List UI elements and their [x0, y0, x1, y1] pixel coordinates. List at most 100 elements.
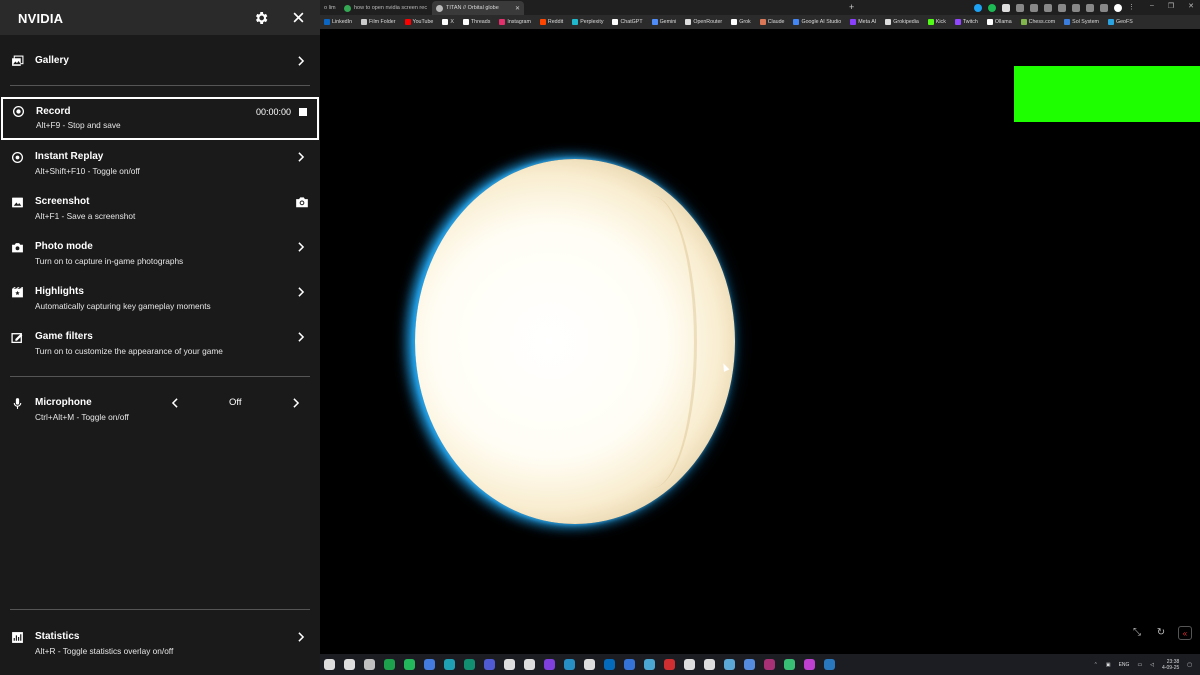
taskbar-app-icon[interactable]	[744, 659, 755, 670]
extensions-icon[interactable]	[1030, 3, 1038, 12]
game-filters-item[interactable]: Game filters Turn on to customize the ap…	[0, 323, 320, 367]
extension-icon[interactable]	[974, 3, 982, 12]
taskbar-app-icon[interactable]	[804, 659, 815, 670]
chevron-right-icon[interactable]	[292, 398, 300, 408]
tab-3[interactable]: TITAN // Orbital globe ✕	[432, 1, 524, 15]
taskbar-app-icon[interactable]	[324, 659, 335, 670]
language-indicator[interactable]: ENG	[1119, 662, 1130, 668]
screenshot-item[interactable]: Screenshot Alt+F1 - Save a screenshot	[0, 188, 320, 232]
taskbar-app-icon[interactable]	[504, 659, 515, 670]
volume-icon[interactable]: ◁	[1150, 662, 1154, 668]
maximize-icon[interactable]: ❐	[1168, 2, 1174, 10]
bookmark-item[interactable]: OpenRouter	[685, 19, 722, 25]
bookmark-item[interactable]: Meta AI	[850, 19, 876, 25]
taskbar-app-icon[interactable]	[584, 659, 595, 670]
taskbar-app-icon[interactable]	[684, 659, 695, 670]
tray-chevron-icon[interactable]: ⌃	[1094, 662, 1098, 668]
new-tab-button[interactable]: +	[849, 1, 854, 13]
bookmark-item[interactable]: Perplexity	[572, 19, 603, 25]
bookmark-item[interactable]: Threads	[462, 19, 490, 25]
sidebar-icon[interactable]	[1100, 3, 1108, 12]
page-viewport[interactable]: ⤡ ↻ «	[320, 29, 1200, 654]
taskbar-app-icon[interactable]	[824, 659, 835, 670]
bookmark-item[interactable]: LinkedIn	[324, 19, 352, 25]
minimize-icon[interactable]: –	[1150, 2, 1154, 10]
tab-close-icon[interactable]: ✕	[515, 5, 520, 12]
clock-date: 4-09-25	[1162, 664, 1180, 671]
bookmark-label: Claude	[767, 19, 785, 25]
collapse-panel-icon[interactable]: «	[1178, 626, 1192, 640]
stop-icon[interactable]	[299, 108, 307, 116]
bookmark-item[interactable]: Film Folder	[361, 19, 396, 25]
profile-avatar[interactable]	[1114, 3, 1122, 12]
notifications-icon[interactable]: ▢	[1187, 662, 1192, 668]
bookmark-label: Twitch	[962, 19, 978, 25]
taskbar-app-icon[interactable]	[564, 659, 575, 670]
trash-icon[interactable]	[1058, 3, 1066, 12]
taskbar-app-icon[interactable]	[544, 659, 555, 670]
extension-icon[interactable]	[988, 3, 996, 12]
taskbar-app-icon[interactable]	[604, 659, 615, 670]
link-icon[interactable]	[1086, 3, 1094, 12]
taskbar-app-icon[interactable]	[444, 659, 455, 670]
bookmark-item[interactable]: Twitch	[954, 19, 978, 25]
taskbar-app-icon[interactable]	[484, 659, 495, 670]
record-item[interactable]: Record Alt+F9 - Stop and save 00:00:00	[1, 97, 319, 140]
taskbar-app-icon[interactable]	[384, 659, 395, 670]
chevron-right-icon	[298, 287, 305, 297]
bookmark-item[interactable]: X	[442, 19, 454, 25]
bookmark-item[interactable]: Grok	[731, 19, 751, 25]
instant-replay-item[interactable]: Instant Replay Alt+Shift+F10 - Toggle on…	[0, 143, 320, 187]
extension-icon[interactable]	[1002, 3, 1010, 12]
bookmark-favicon-icon	[651, 19, 658, 25]
taskbar-app-icon[interactable]	[704, 659, 715, 670]
taskbar-app-icon[interactable]	[624, 659, 635, 670]
tab-3-favicon-icon	[436, 4, 443, 12]
download-icon[interactable]	[1044, 3, 1052, 12]
extension-icon[interactable]	[1016, 3, 1024, 12]
taskbar-app-icon[interactable]	[464, 659, 475, 670]
tab-1[interactable]: o lim	[320, 1, 340, 15]
clock[interactable]: 23:38 4-09-25	[1162, 659, 1179, 671]
bookmark-item[interactable]: Google AI Studio	[793, 19, 841, 25]
bookmark-item[interactable]: Gemini	[651, 19, 676, 25]
taskbar-app-icon[interactable]	[784, 659, 795, 670]
globe[interactable]	[415, 159, 735, 524]
fullscreen-exit-icon[interactable]: ⤡	[1130, 626, 1144, 640]
statistics-item[interactable]: Statistics Alt+R - Toggle statistics ove…	[0, 623, 320, 667]
close-icon[interactable]	[291, 10, 306, 25]
taskbar-app-icon[interactable]	[364, 659, 375, 670]
window-close-icon[interactable]: ✕	[1188, 2, 1194, 10]
bookmark-item[interactable]: Reddit	[539, 19, 563, 25]
taskbar-app-icon[interactable]	[664, 659, 675, 670]
taskbar-app-icon[interactable]	[404, 659, 415, 670]
taskbar-app-icon[interactable]	[344, 659, 355, 670]
taskbar-app-icon[interactable]	[644, 659, 655, 670]
bookmark-item[interactable]: YouTube	[404, 19, 433, 25]
taskbar-app-icon[interactable]	[764, 659, 775, 670]
chevron-left-icon[interactable]	[171, 398, 179, 408]
taskbar-app-icon[interactable]	[724, 659, 735, 670]
photo-mode-item[interactable]: Photo mode Turn on to capture in-game ph…	[0, 233, 320, 277]
network-icon[interactable]: ▭	[1137, 662, 1142, 668]
bookmark-item[interactable]: Sol System	[1064, 19, 1099, 25]
tray-app-icon[interactable]: ▣	[1106, 662, 1111, 668]
bookmark-item[interactable]: Grokipedia	[885, 19, 919, 25]
overlay-header: NVIDIA	[0, 0, 320, 35]
bookmark-item[interactable]: GeoFS	[1107, 19, 1133, 25]
microphone-item[interactable]: Microphone Ctrl+Alt+M - Toggle on/off Of…	[0, 389, 320, 433]
taskbar-app-icon[interactable]	[424, 659, 435, 670]
bookmark-item[interactable]: Claude	[759, 19, 785, 25]
gear-icon[interactable]	[253, 10, 269, 26]
bookmark-item[interactable]: Kick	[927, 19, 946, 25]
highlights-item[interactable]: Highlights Automatically capturing key g…	[0, 278, 320, 322]
bookmark-item[interactable]: Instagram	[499, 19, 531, 25]
menu-icon[interactable]: ⋮	[1128, 4, 1135, 12]
share-icon[interactable]	[1072, 3, 1080, 12]
taskbar-app-icon[interactable]	[524, 659, 535, 670]
bookmark-item[interactable]: Chess.com	[1020, 19, 1055, 25]
refresh-icon[interactable]: ↻	[1154, 626, 1168, 640]
bookmark-item[interactable]: Ollama	[986, 19, 1012, 25]
bookmark-item[interactable]: ChatGPT	[612, 19, 643, 25]
camera-icon[interactable]	[295, 196, 309, 208]
